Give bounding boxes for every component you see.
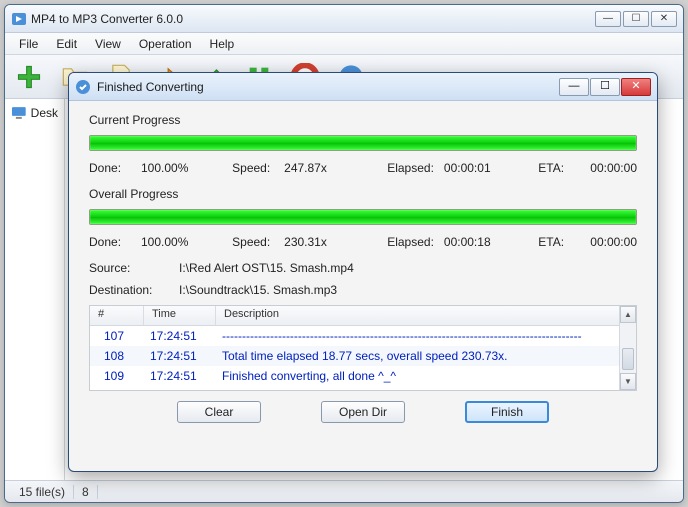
- scroll-down-icon[interactable]: ▼: [620, 373, 636, 390]
- log-scrollbar[interactable]: ▲ ▼: [619, 306, 636, 390]
- destination-label: Destination:: [89, 283, 159, 297]
- current-eta-value: 00:00:00: [590, 161, 637, 175]
- dialog-icon: [75, 79, 91, 95]
- overall-progress-bar: [89, 209, 637, 225]
- app-icon: [11, 11, 27, 27]
- current-eta-label: ETA:: [538, 161, 580, 175]
- overall-eta-value: 00:00:00: [590, 235, 637, 249]
- main-maximize-button[interactable]: ☐: [623, 11, 649, 27]
- tree-desktop[interactable]: Desk: [9, 103, 60, 123]
- tree-desktop-label: Desk: [31, 106, 58, 120]
- current-elapsed-label: Elapsed:: [387, 161, 434, 175]
- current-speed-label: Speed:: [232, 161, 274, 175]
- current-done-value: 100.00%: [141, 161, 188, 175]
- current-speed-value: 247.87x: [284, 161, 327, 175]
- statusbar: 15 file(s) 8: [5, 480, 683, 502]
- source-value: I:\Red Alert OST\15. Smash.mp4: [179, 261, 354, 275]
- dialog-maximize-button[interactable]: ☐: [590, 78, 620, 96]
- scroll-up-icon[interactable]: ▲: [620, 306, 636, 323]
- log-row[interactable]: 107 17:24:51 ---------------------------…: [90, 326, 636, 346]
- current-progress-heading: Current Progress: [89, 113, 637, 127]
- menubar: File Edit View Operation Help: [5, 33, 683, 55]
- log-row[interactable]: 108 17:24:51 Total time elapsed 18.77 se…: [90, 346, 636, 366]
- log-table: # Time Description 107 17:24:51 --------…: [89, 305, 637, 391]
- progress-dialog: Finished Converting — ☐ ✕ Current Progre…: [68, 72, 658, 472]
- current-progress-bar: [89, 135, 637, 151]
- dialog-close-button[interactable]: ✕: [621, 78, 651, 96]
- overall-progress-stats: Done: 100.00% Speed: 230.31x Elapsed: 00:00…: [89, 235, 637, 249]
- menu-operation[interactable]: Operation: [131, 35, 200, 53]
- status-rest: 8: [74, 485, 98, 499]
- log-header-desc[interactable]: Description: [216, 306, 636, 325]
- log-header-time[interactable]: Time: [144, 306, 216, 325]
- overall-elapsed-label: Elapsed:: [387, 235, 434, 249]
- add-button[interactable]: [9, 57, 49, 97]
- current-done-label: Done:: [89, 161, 131, 175]
- menu-help[interactable]: Help: [202, 35, 243, 53]
- open-dir-button[interactable]: Open Dir: [321, 401, 405, 423]
- status-files: 15 file(s): [11, 485, 74, 499]
- main-close-button[interactable]: ✕: [651, 11, 677, 27]
- dialog-title: Finished Converting: [97, 80, 559, 94]
- dialog-titlebar[interactable]: Finished Converting — ☐ ✕: [69, 73, 657, 101]
- main-title: MP4 to MP3 Converter 6.0.0: [31, 12, 595, 26]
- current-progress-stats: Done: 100.00% Speed: 247.87x Elapsed: 00:00…: [89, 161, 637, 175]
- overall-eta-label: ETA:: [538, 235, 580, 249]
- log-header-num[interactable]: #: [90, 306, 144, 325]
- scroll-thumb[interactable]: [622, 348, 634, 370]
- main-minimize-button[interactable]: —: [595, 11, 621, 27]
- menu-file[interactable]: File: [11, 35, 46, 53]
- dialog-minimize-button[interactable]: —: [559, 78, 589, 96]
- overall-speed-label: Speed:: [232, 235, 274, 249]
- current-elapsed-value: 00:00:01: [444, 161, 491, 175]
- finish-button[interactable]: Finish: [465, 401, 549, 423]
- menu-edit[interactable]: Edit: [48, 35, 85, 53]
- source-label: Source:: [89, 261, 159, 275]
- overall-done-label: Done:: [89, 235, 131, 249]
- log-row[interactable]: 109 17:24:51 Finished converting, all do…: [90, 366, 636, 386]
- overall-elapsed-value: 00:00:18: [444, 235, 491, 249]
- overall-done-value: 100.00%: [141, 235, 188, 249]
- overall-speed-value: 230.31x: [284, 235, 327, 249]
- plus-icon: [15, 63, 43, 91]
- sidebar: Desk: [5, 99, 65, 480]
- desktop-icon: [11, 105, 27, 121]
- destination-value: I:\Soundtrack\15. Smash.mp3: [179, 283, 337, 297]
- clear-button[interactable]: Clear: [177, 401, 261, 423]
- menu-view[interactable]: View: [87, 35, 129, 53]
- overall-progress-heading: Overall Progress: [89, 187, 637, 201]
- dialog-footer: Clear Open Dir Finish: [89, 391, 637, 423]
- main-titlebar[interactable]: MP4 to MP3 Converter 6.0.0 — ☐ ✕: [5, 5, 683, 33]
